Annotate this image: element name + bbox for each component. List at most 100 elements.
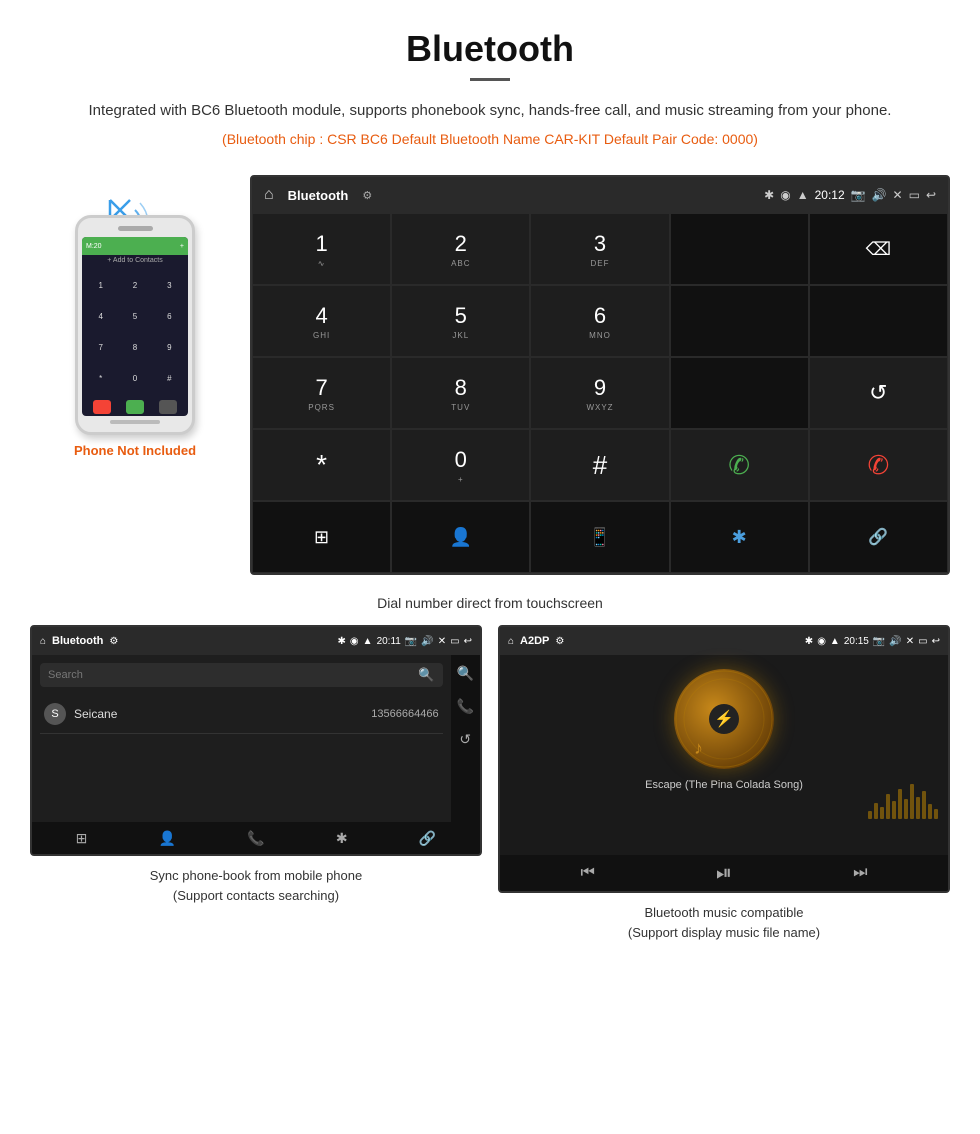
call-btn[interactable]: ✆ [670, 429, 809, 501]
home-icon: ⌂ [264, 186, 274, 204]
music-rect-icon: ▭ [918, 636, 927, 647]
pb-bt-icon: ✱ [338, 636, 346, 647]
usb-icon: ⚙ [362, 189, 372, 202]
dialpad-grid-btn[interactable]: ⊞ [252, 501, 391, 573]
contact-number: 13566664466 [371, 708, 438, 720]
pb-grid-icon[interactable]: ⊞ [76, 830, 88, 847]
bt-btn[interactable]: ✱ [670, 501, 809, 573]
phone-keypad: 123 456 789 *0# [82, 266, 188, 398]
dial-topbar: ⌂ Bluetooth ⚙ ✱ ◉ ▲ 20:12 📷 🔊 ✕ ▭ ↩ [252, 177, 948, 213]
phone-screen: M:20 + + Add to Contacts 123 456 789 *0# [82, 237, 188, 416]
phone-illustration: M:20 + + Add to Contacts 123 456 789 *0# [30, 175, 240, 458]
display-empty-4 [670, 357, 809, 429]
dial-grid: 1∿ 2ABC 3DEF ⌫ 4GHI 5JKL 6MNO 7PQRS 8TUV… [252, 213, 948, 573]
phonebook-body: Search 🔍 S Seicane 13566664466 🔍 📞 [32, 655, 480, 822]
phone-bottom-bar [110, 420, 160, 424]
play-pause-icon[interactable]: ⏯ [716, 862, 732, 885]
music-vol-icon: 🔊 [889, 636, 901, 647]
music-gps-icon: ◉ [817, 636, 826, 647]
phonebook-topbar: ⌂ Bluetooth ⚙ ✱ ◉ ▲ 20:11 📷 🔊 ✕ ▭ ↩ [32, 627, 480, 655]
dial-key-7[interactable]: 7PQRS [252, 357, 391, 429]
pb-gps-icon: ◉ [350, 636, 359, 647]
music-caption: Bluetooth music compatible (Support disp… [628, 903, 820, 942]
contact-row[interactable]: S Seicane 13566664466 [40, 695, 443, 734]
pb-title: Bluetooth [52, 635, 103, 647]
phonebook-screen: ⌂ Bluetooth ⚙ ✱ ◉ ▲ 20:11 📷 🔊 ✕ ▭ ↩ [30, 625, 482, 856]
hangup-btn[interactable]: ✆ [809, 429, 948, 501]
pb-usb-icon: ⚙ [109, 636, 118, 647]
dial-key-8[interactable]: 8TUV [391, 357, 530, 429]
bottom-section: ⌂ Bluetooth ⚙ ✱ ◉ ▲ 20:11 📷 🔊 ✕ ▭ ↩ [0, 625, 980, 942]
phone-speaker [118, 226, 153, 231]
topbar-right: ✱ ◉ ▲ 20:12 📷 🔊 ✕ ▭ ↩ [764, 188, 936, 202]
dial-key-4[interactable]: 4GHI [252, 285, 391, 357]
dial-key-5[interactable]: 5JKL [391, 285, 530, 357]
link-btn[interactable]: 🔗 [809, 501, 948, 573]
refresh-side-icon[interactable]: ↺ [459, 731, 471, 748]
dial-title: Bluetooth [288, 188, 349, 203]
song-title: Escape (The Pina Colada Song) [645, 779, 803, 791]
volume-icon: 🔊 [872, 188, 887, 202]
pb-bt-bottom-icon[interactable]: ✱ [336, 830, 348, 847]
phonebook-item: ⌂ Bluetooth ⚙ ✱ ◉ ▲ 20:11 📷 🔊 ✕ ▭ ↩ [30, 625, 482, 942]
music-item: ⌂ A2DP ⚙ ✱ ◉ ▲ 20:15 📷 🔊 ✕ ▭ ↩ [498, 625, 950, 942]
dial-screen: ⌂ Bluetooth ⚙ ✱ ◉ ▲ 20:12 📷 🔊 ✕ ▭ ↩ 1∿ 2… [250, 175, 950, 575]
pb-signal-icon: ▲ [363, 636, 373, 647]
camera-icon: 📷 [851, 188, 866, 202]
rect-icon: ▭ [909, 188, 920, 202]
dial-key-6[interactable]: 6MNO [530, 285, 669, 357]
music-time: 20:15 [844, 636, 869, 647]
music-usb-icon: ⚙ [555, 636, 564, 647]
album-art: ⚡ ♪ [674, 669, 774, 769]
music-body: ⚡ ♪ Escape (The Pina Colada Song) [500, 655, 948, 855]
display-empty-1 [670, 213, 809, 285]
phonebook-search-box[interactable]: Search [40, 663, 443, 687]
empty-space [40, 734, 443, 814]
contact-letter: S [44, 703, 66, 725]
music-screen: ⌂ A2DP ⚙ ✱ ◉ ▲ 20:15 📷 🔊 ✕ ▭ ↩ [498, 625, 950, 893]
dial-key-9[interactable]: 9WXYZ [530, 357, 669, 429]
search-placeholder: Search [48, 669, 83, 681]
contacts-btn[interactable]: 👤 [391, 501, 530, 573]
dial-key-3[interactable]: 3DEF [530, 213, 669, 285]
dial-key-1[interactable]: 1∿ [252, 213, 391, 285]
pb-phone-icon[interactable]: 📞 [247, 830, 264, 847]
display-empty-3 [809, 285, 948, 357]
pb-person-icon[interactable]: 👤 [159, 830, 176, 847]
prev-track-icon[interactable]: ⏮ [581, 864, 595, 882]
dial-key-2[interactable]: 2ABC [391, 213, 530, 285]
music-bt-icon: ✱ [805, 636, 813, 647]
display-empty-2 [670, 285, 809, 357]
pb-camera-icon: 📷 [405, 636, 417, 647]
search-container: Search 🔍 [40, 663, 443, 687]
back-icon: ↩ [926, 188, 936, 202]
call-side-icon[interactable]: 📞 [457, 698, 474, 715]
page-specs: (Bluetooth chip : CSR BC6 Default Blueto… [60, 131, 920, 147]
phone-body: M:20 + + Add to Contacts 123 456 789 *0# [75, 215, 195, 435]
pb-home-icon: ⌂ [40, 636, 46, 647]
title-divider [470, 78, 510, 81]
eq-bars [868, 784, 948, 819]
search-side-icon[interactable]: 🔍 [457, 665, 474, 682]
music-home-icon: ⌂ [508, 636, 514, 647]
dial-time: 20:12 [815, 188, 845, 202]
music-camera-icon: 📷 [873, 636, 885, 647]
phone-btn[interactable]: 📱 [530, 501, 669, 573]
dial-key-hash[interactable]: # [530, 429, 669, 501]
next-track-icon[interactable]: ⏭ [853, 864, 867, 882]
pb-back-icon: ↩ [464, 636, 472, 647]
pb-link-icon[interactable]: 🔗 [419, 830, 436, 847]
music-title-label: A2DP [520, 635, 549, 647]
phonebook-bottom-bar: ⊞ 👤 📞 ✱ 🔗 [32, 822, 480, 854]
dial-key-star[interactable]: * [252, 429, 391, 501]
dial-key-0[interactable]: 0+ [391, 429, 530, 501]
phonebook-caption: Sync phone-book from mobile phone (Suppo… [150, 866, 362, 905]
redial-btn[interactable]: ↺ [809, 357, 948, 429]
pb-x-icon: ✕ [438, 636, 446, 647]
page-description: Integrated with BC6 Bluetooth module, su… [60, 99, 920, 123]
phone-not-included-label: Phone Not Included [74, 443, 196, 458]
music-back-icon: ↩ [932, 636, 940, 647]
bt-status-icon: ✱ [764, 188, 774, 202]
backspace-btn[interactable]: ⌫ [809, 213, 948, 285]
x-icon: ✕ [893, 188, 903, 202]
